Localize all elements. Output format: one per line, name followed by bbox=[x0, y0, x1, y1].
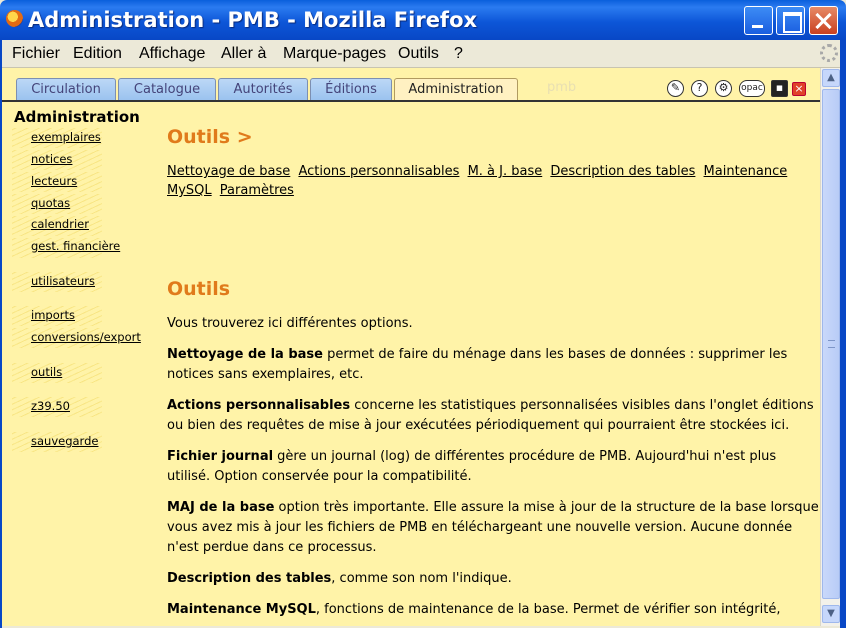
link-maj-base[interactable]: M. à J. base bbox=[468, 164, 543, 179]
scroll-down-button[interactable]: ▼ bbox=[822, 605, 840, 623]
scroll-up-button[interactable]: ▲ bbox=[822, 69, 840, 87]
paragraph-term: Description des tables bbox=[167, 571, 332, 586]
paragraph: Maintenance MySQL, fonctions de maintena… bbox=[167, 600, 819, 620]
firefox-icon[interactable] bbox=[6, 10, 23, 27]
maximize-button[interactable] bbox=[776, 6, 805, 35]
sidebar-item-utilisateurs[interactable]: utilisateurs bbox=[31, 274, 95, 288]
paragraph-term: Maintenance MySQL bbox=[167, 602, 316, 617]
paragraph-term: Actions personnalisables bbox=[167, 398, 351, 413]
sidebar-item-notices[interactable]: notices bbox=[31, 152, 72, 166]
preferences-icon[interactable]: ⚙ bbox=[715, 80, 732, 97]
sidebar-title: Administration bbox=[14, 108, 140, 126]
help-icon[interactable]: ✎ bbox=[667, 80, 684, 97]
menu-aller-a[interactable]: Aller à bbox=[221, 45, 266, 63]
sidebar-item-imports[interactable]: imports bbox=[31, 308, 75, 322]
scroll-thumb[interactable] bbox=[822, 89, 840, 599]
close-icon[interactable]: × bbox=[792, 82, 806, 96]
paragraph: Description des tables, comme son nom l'… bbox=[167, 569, 819, 589]
pmb-watermark: pmb bbox=[547, 80, 577, 95]
paragraph: MAJ de la base option très importante. E… bbox=[167, 498, 819, 558]
sidebar-item-lecteurs[interactable]: lecteurs bbox=[31, 174, 77, 188]
sidebar-item-sauvegarde[interactable]: sauvegarde bbox=[31, 434, 98, 448]
sidebar-item-calendrier[interactable]: calendrier bbox=[31, 217, 89, 231]
menu-edition[interactable]: Edition bbox=[73, 45, 122, 63]
tab-autorites[interactable]: Autorités bbox=[218, 78, 308, 100]
sidebar-item-outils[interactable]: outils bbox=[31, 365, 62, 379]
menu-bar: Fichier Edition Affichage Aller à Marque… bbox=[0, 40, 846, 68]
tab-administration[interactable]: Administration bbox=[394, 78, 518, 100]
tab-catalogue[interactable]: Catalogue bbox=[118, 78, 216, 100]
link-actions-personnalisables[interactable]: Actions personnalisables bbox=[298, 164, 459, 179]
minimize-button[interactable] bbox=[744, 6, 773, 35]
menu-marque-pages[interactable]: Marque-pages bbox=[283, 45, 386, 63]
window-frame-right bbox=[840, 40, 846, 628]
paragraph: Fichier journal gère un journal (log) de… bbox=[167, 447, 819, 487]
vertical-scrollbar[interactable]: ▲ ▼ bbox=[820, 68, 840, 626]
link-description-tables[interactable]: Description des tables bbox=[550, 164, 695, 179]
paragraph-text: , comme son nom l'indique. bbox=[331, 571, 512, 586]
title-bar: Administration - PMB - Mozilla Firefox bbox=[0, 0, 846, 40]
paragraph-term: Fichier journal bbox=[167, 449, 274, 464]
save-icon[interactable]: ▪ bbox=[771, 80, 788, 97]
sidebar-item-exemplaires[interactable]: exemplaires bbox=[31, 130, 101, 144]
paragraph-term: MAJ de la base bbox=[167, 500, 275, 515]
opac-icon[interactable]: opac bbox=[739, 80, 765, 97]
intro-text: Vous trouverez ici différentes options. bbox=[167, 316, 413, 331]
link-nettoyage-base[interactable]: Nettoyage de base bbox=[167, 164, 290, 179]
paragraph-text: , fonctions de maintenance de la base. P… bbox=[315, 602, 781, 617]
tab-circulation[interactable]: Circulation bbox=[16, 78, 116, 100]
window-title: Administration - PMB - Mozilla Firefox bbox=[28, 8, 478, 32]
link-parametres[interactable]: Paramètres bbox=[220, 183, 294, 198]
paragraph: Actions personnalisables concerne les st… bbox=[167, 396, 819, 436]
help-text: Vous trouverez ici différentes options. … bbox=[167, 314, 819, 626]
question-icon[interactable]: ? bbox=[691, 80, 708, 97]
sidebar-item-conversions-export[interactable]: conversions/export bbox=[31, 330, 141, 344]
menu-affichage[interactable]: Affichage bbox=[139, 45, 205, 63]
page-viewport: Circulation Catalogue Autorités Éditions… bbox=[2, 68, 820, 626]
menu-fichier[interactable]: Fichier bbox=[12, 45, 60, 63]
sidebar-item-z3950[interactable]: z39.50 bbox=[31, 399, 70, 413]
breadcrumb: Outils > bbox=[167, 126, 253, 148]
tab-editions[interactable]: Éditions bbox=[310, 78, 392, 100]
tool-links: Nettoyage de base Actions personnalisabl… bbox=[167, 162, 797, 200]
paragraph: Nettoyage de la base permet de faire du … bbox=[167, 345, 819, 385]
throbber-icon bbox=[820, 44, 838, 62]
close-window-button[interactable] bbox=[809, 6, 838, 35]
section-title: Outils bbox=[167, 278, 231, 300]
sidebar-item-quotas[interactable]: quotas bbox=[31, 196, 70, 210]
menu-help[interactable]: ? bbox=[454, 45, 463, 63]
sidebar-item-gest-financiere[interactable]: gest. financière bbox=[31, 239, 120, 253]
paragraph-term: Nettoyage de la base bbox=[167, 347, 323, 362]
menu-outils[interactable]: Outils bbox=[398, 45, 439, 63]
